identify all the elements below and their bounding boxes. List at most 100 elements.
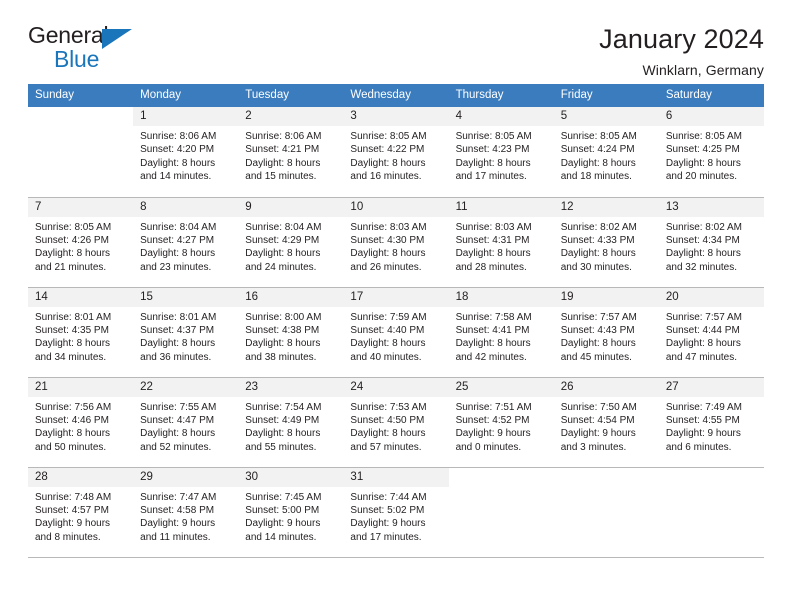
brand-logo[interactable]: General Blue xyxy=(28,24,146,74)
calendar-day-cell[interactable]: 15 Sunrise: 8:01 AM Sunset: 4:37 PM Dayligh… xyxy=(133,287,239,378)
sunset-text: Sunset: 4:49 PM xyxy=(245,414,320,426)
day-details: Sunrise: 7:50 AM Sunset: 4:54 PM Daylight:… xyxy=(554,397,659,455)
daylight-text: and 21 minutes. xyxy=(35,261,107,273)
day-details: Sunrise: 8:06 AM Sunset: 4:20 PM Daylight:… xyxy=(133,126,238,184)
calendar-day-cell[interactable]: 2 Sunrise: 8:06 AM Sunset: 4:21 PM Daylight… xyxy=(238,107,344,198)
calendar-day-cell[interactable]: 28 Sunrise: 7:48 AM Sunset: 4:57 PM Dayligh… xyxy=(28,467,134,558)
calendar-day-cell[interactable]: 11 Sunrise: 8:03 AM Sunset: 4:31 PM Dayligh… xyxy=(448,197,554,288)
sunset-text: Sunset: 4:52 PM xyxy=(455,414,530,426)
calendar-day-cell[interactable]: 14 Sunrise: 8:01 AM Sunset: 4:35 PM Dayligh… xyxy=(28,287,134,378)
calendar-day-cell[interactable]: 26 Sunrise: 7:50 AM Sunset: 4:54 PM Dayligh… xyxy=(553,377,659,468)
sunset-text: Sunset: 4:38 PM xyxy=(245,324,320,336)
page-title: January 2024 xyxy=(599,24,764,54)
weekday-header-monday: Monday xyxy=(133,84,239,107)
calendar-day-cell[interactable]: 21 Sunrise: 7:56 AM Sunset: 4:46 PM Dayligh… xyxy=(28,377,134,468)
calendar-day-cell[interactable]: 20 Sunrise: 7:57 AM Sunset: 4:44 PM Dayligh… xyxy=(658,287,764,378)
sunset-text: Sunset: 4:44 PM xyxy=(665,324,740,336)
day-details: Sunrise: 7:56 AM Sunset: 4:46 PM Daylight:… xyxy=(28,397,133,455)
day-details: Sunrise: 8:00 AM Sunset: 4:38 PM Daylight:… xyxy=(238,307,343,365)
daylight-text: Daylight: 8 hours xyxy=(350,338,426,350)
calendar-day-cell[interactable]: 22 Sunrise: 7:55 AM Sunset: 4:47 PM Dayligh… xyxy=(133,377,239,468)
day-number: 26 xyxy=(553,377,659,397)
daylight-text: Daylight: 9 hours xyxy=(560,428,636,440)
calendar-day-cell[interactable]: 24 Sunrise: 7:53 AM Sunset: 4:50 PM Dayligh… xyxy=(343,377,449,468)
day-number: 11 xyxy=(448,197,554,217)
sunrise-text: Sunrise: 8:06 AM xyxy=(140,131,217,142)
day-details xyxy=(449,487,554,491)
daylight-text: and 8 minutes. xyxy=(35,531,101,543)
daylight-text: Daylight: 8 hours xyxy=(350,248,426,260)
daylight-text: Daylight: 8 hours xyxy=(140,248,216,260)
sunrise-sunset-calendar: Sunday Monday Tuesday Wednesday Thursday Frid… xyxy=(28,84,764,558)
weekday-header-row: Sunday Monday Tuesday Wednesday Thursday Frid… xyxy=(28,84,764,107)
day-number: 5 xyxy=(553,107,659,126)
day-number: 15 xyxy=(133,287,239,307)
day-details: Sunrise: 7:47 AM Sunset: 4:58 PM Daylight:… xyxy=(133,487,238,545)
weekday-header-thursday: Thursday xyxy=(448,84,554,107)
daylight-text: and 11 minutes. xyxy=(140,531,211,543)
daylight-text: and 28 minutes. xyxy=(455,261,527,273)
sunrise-text: Sunrise: 8:05 AM xyxy=(35,221,112,233)
triangle-icon xyxy=(102,29,132,49)
sunset-text: Sunset: 4:50 PM xyxy=(350,414,425,426)
day-details xyxy=(28,126,133,130)
calendar-day-cell[interactable]: 10 Sunrise: 8:03 AM Sunset: 4:30 PM Dayligh… xyxy=(343,197,449,288)
day-details: Sunrise: 8:05 AM Sunset: 4:25 PM Daylight:… xyxy=(659,126,764,184)
calendar-day-cell[interactable]: 7 Sunrise: 8:05 AM Sunset: 4:26 PM Daylight… xyxy=(28,197,134,288)
sunset-text: Sunset: 4:43 PM xyxy=(560,324,635,336)
calendar-day-cell[interactable]: 1 Sunrise: 8:06 AM Sunset: 4:20 PM Daylight… xyxy=(133,107,239,198)
calendar-day-cell[interactable]: 16 Sunrise: 8:00 AM Sunset: 4:38 PM Dayligh… xyxy=(238,287,344,378)
calendar-cell-empty xyxy=(448,467,554,558)
sunrise-text: Sunrise: 7:53 AM xyxy=(350,401,427,413)
sunset-text: Sunset: 4:35 PM xyxy=(35,324,109,336)
sunrise-text: Sunrise: 7:54 AM xyxy=(245,401,322,413)
calendar-day-cell[interactable]: 18 Sunrise: 7:58 AM Sunset: 4:41 PM Dayligh… xyxy=(448,287,554,378)
calendar-day-cell[interactable]: 29 Sunrise: 7:47 AM Sunset: 4:58 PM Dayligh… xyxy=(133,467,239,558)
day-details: Sunrise: 8:04 AM Sunset: 4:27 PM Daylight:… xyxy=(133,217,238,275)
daylight-text: Daylight: 9 hours xyxy=(140,518,216,530)
daylight-text: and 40 minutes. xyxy=(350,351,422,363)
sunset-text: Sunset: 4:54 PM xyxy=(560,414,635,426)
daylight-text: Daylight: 8 hours xyxy=(665,248,741,260)
calendar-day-cell[interactable]: 27 Sunrise: 7:49 AM Sunset: 4:55 PM Dayligh… xyxy=(658,377,764,468)
day-number: 20 xyxy=(658,287,764,307)
calendar-day-cell[interactable]: 23 Sunrise: 7:54 AM Sunset: 4:49 PM Dayligh… xyxy=(238,377,344,468)
calendar-day-cell[interactable]: 30 Sunrise: 7:45 AM Sunset: 5:00 PM Dayligh… xyxy=(238,467,344,558)
calendar-day-cell[interactable]: 19 Sunrise: 7:57 AM Sunset: 4:43 PM Dayligh… xyxy=(553,287,659,378)
calendar-day-cell[interactable]: 25 Sunrise: 7:51 AM Sunset: 4:52 PM Dayligh… xyxy=(448,377,554,468)
daylight-text: Daylight: 9 hours xyxy=(665,428,741,440)
sunrise-text: Sunrise: 8:00 AM xyxy=(245,311,322,323)
daylight-text: Daylight: 8 hours xyxy=(665,157,741,169)
calendar-day-cell[interactable]: 13 Sunrise: 8:02 AM Sunset: 4:34 PM Dayligh… xyxy=(658,197,764,288)
weekday-header-wednesday: Wednesday xyxy=(343,84,449,107)
day-details: Sunrise: 7:51 AM Sunset: 4:52 PM Daylight:… xyxy=(449,397,554,455)
day-details: Sunrise: 7:57 AM Sunset: 4:44 PM Daylight:… xyxy=(659,307,764,365)
day-details: Sunrise: 8:06 AM Sunset: 4:21 PM Daylight:… xyxy=(238,126,343,184)
daylight-text: and 14 minutes. xyxy=(245,531,317,543)
day-details: Sunrise: 7:49 AM Sunset: 4:55 PM Daylight:… xyxy=(659,397,764,455)
calendar-day-cell[interactable]: 9 Sunrise: 8:04 AM Sunset: 4:29 PM Daylight… xyxy=(238,197,344,288)
day-details: Sunrise: 7:55 AM Sunset: 4:47 PM Daylight:… xyxy=(133,397,238,455)
calendar-day-cell[interactable]: 31 Sunrise: 7:44 AM Sunset: 5:02 PM Dayligh… xyxy=(343,467,449,558)
calendar-day-cell[interactable]: 5 Sunrise: 8:05 AM Sunset: 4:24 PM Daylight… xyxy=(553,107,659,198)
calendar-cell-empty xyxy=(28,107,134,198)
day-number: 7 xyxy=(28,197,134,217)
calendar-day-cell[interactable]: 4 Sunrise: 8:05 AM Sunset: 4:23 PM Daylight… xyxy=(448,107,554,198)
sunset-text: Sunset: 4:20 PM xyxy=(140,144,215,156)
calendar-day-cell[interactable]: 8 Sunrise: 8:04 AM Sunset: 4:27 PM Daylight… xyxy=(133,197,239,288)
daylight-text: Daylight: 8 hours xyxy=(455,157,531,169)
daylight-text: and 20 minutes. xyxy=(665,171,738,183)
sunrise-text: Sunrise: 7:51 AM xyxy=(455,401,532,413)
daylight-text: Daylight: 8 hours xyxy=(35,248,111,260)
calendar-day-cell[interactable]: 6 Sunrise: 8:05 AM Sunset: 4:25 PM Daylight… xyxy=(658,107,764,198)
day-number: 13 xyxy=(658,197,764,217)
sunset-text: Sunset: 4:41 PM xyxy=(455,324,530,336)
sunrise-text: Sunrise: 8:04 AM xyxy=(245,221,322,233)
day-number: 16 xyxy=(238,287,344,307)
sunrise-text: Sunrise: 8:05 AM xyxy=(455,131,532,142)
daylight-text: and 32 minutes. xyxy=(665,261,738,273)
calendar-day-cell[interactable]: 12 Sunrise: 8:02 AM Sunset: 4:33 PM Dayligh… xyxy=(553,197,659,288)
calendar-day-cell[interactable]: 3 Sunrise: 8:05 AM Sunset: 4:22 PM Daylight… xyxy=(343,107,449,198)
daylight-text: Daylight: 8 hours xyxy=(245,338,321,350)
calendar-day-cell[interactable]: 17 Sunrise: 7:59 AM Sunset: 4:40 PM Dayligh… xyxy=(343,287,449,378)
